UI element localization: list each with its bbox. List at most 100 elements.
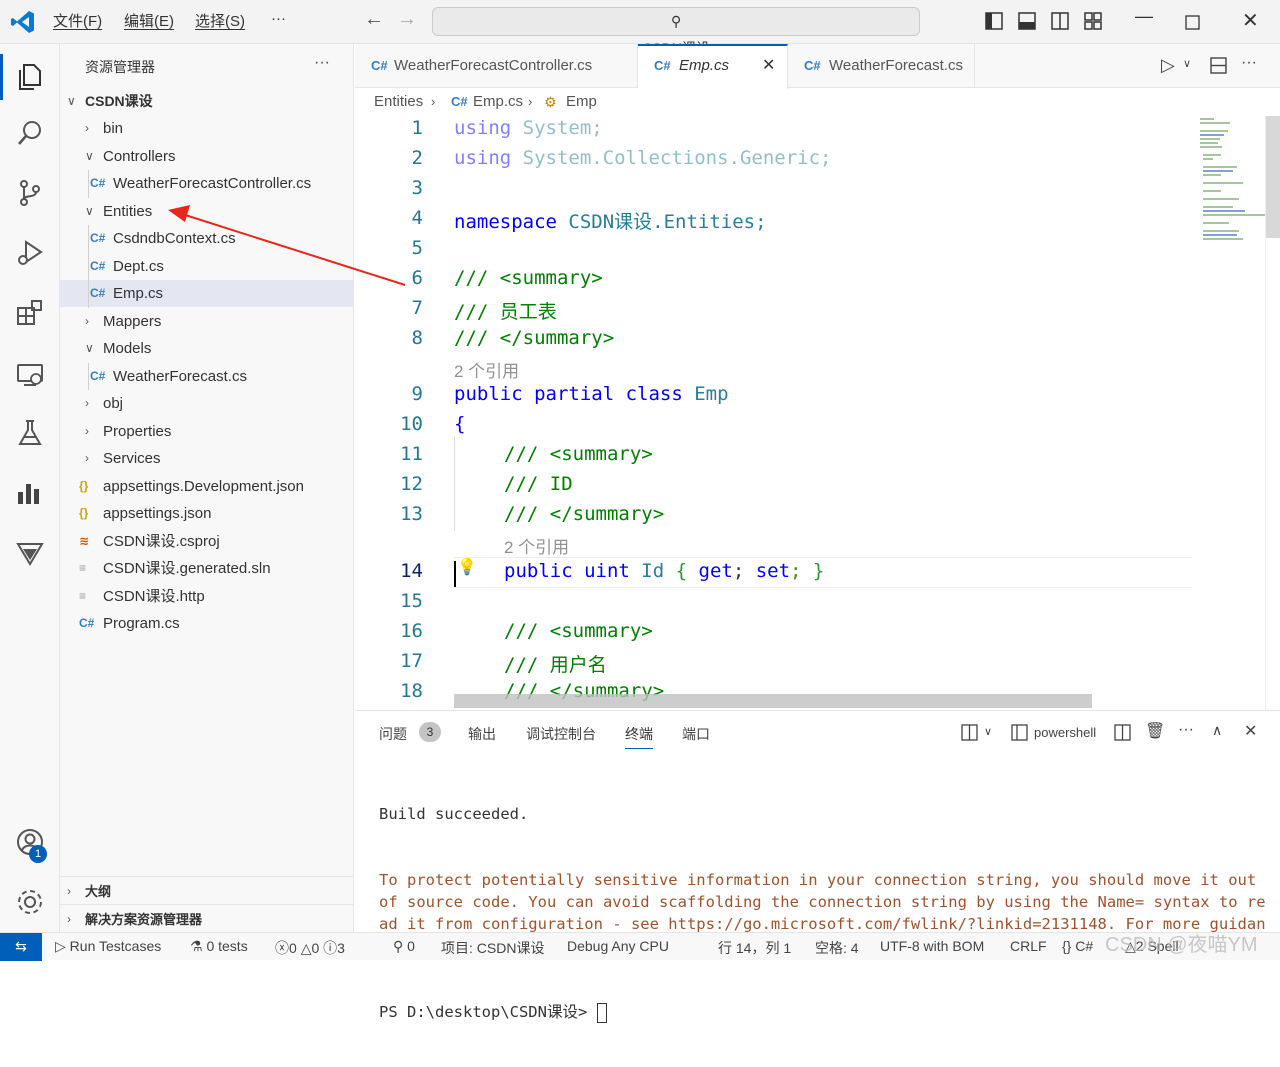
toggle-panel-icon[interactable] <box>1018 12 1036 35</box>
panel-tab-debug-console[interactable]: 调试控制台 <box>526 724 596 744</box>
tree-file[interactable]: C# WeatherForecast.cs <box>60 363 354 390</box>
json-file-icon: {} <box>79 506 89 520</box>
tree-folder[interactable]: › Properties <box>60 418 354 445</box>
tree-file[interactable]: C# WeatherForecastController.cs <box>60 170 354 197</box>
tree-file[interactable]: C# Program.cs <box>60 610 354 637</box>
tree-item-label: CSDN课设.generated.sln <box>103 560 271 577</box>
folder-root[interactable]: ∨ CSDN课设 <box>60 88 354 115</box>
command-search-box[interactable]: ⚲ CSDN课设 <box>432 7 920 56</box>
run-debug-icon[interactable] <box>0 227 60 279</box>
tests-status[interactable]: ⚗ 0 tests <box>190 938 248 955</box>
customize-layout-icon[interactable] <box>1084 12 1102 35</box>
tab-emp[interactable]: C# Emp.cs ✕ <box>638 44 788 89</box>
tree-file[interactable]: {} appsettings.Development.json <box>60 473 354 500</box>
maximize-icon[interactable] <box>1185 14 1200 35</box>
menu-selection[interactable]: 选择(S) <box>195 10 245 31</box>
trash-icon[interactable]: 🗑 <box>1145 721 1165 741</box>
ports-status[interactable]: ⚲ 0 <box>393 938 415 955</box>
language-status[interactable]: {} C# <box>1062 938 1093 954</box>
minimap[interactable] <box>1195 116 1265 266</box>
vertical-scrollbar[interactable] <box>1265 116 1280 710</box>
more-actions-icon[interactable]: ··· <box>1178 721 1194 739</box>
source-control-icon[interactable] <box>0 167 60 219</box>
tab-weatherforecast[interactable]: C# WeatherForecast.cs <box>788 44 975 88</box>
close-tab-icon[interactable]: ✕ <box>762 44 775 88</box>
tree-file[interactable]: ≋ CSDN课设.csproj <box>60 528 354 555</box>
tree-folder[interactable]: › Mappers <box>60 308 354 335</box>
chevron-right-icon: › <box>431 94 436 109</box>
menu-edit[interactable]: 编辑(E) <box>124 10 174 31</box>
split-editor-icon[interactable] <box>1210 57 1227 79</box>
back-arrow-icon[interactable]: ← <box>364 8 384 31</box>
problems-status[interactable]: ⓧ0 △0 ⓘ3 <box>275 938 345 958</box>
close-panel-icon[interactable]: ✕ <box>1244 721 1257 741</box>
horizontal-scrollbar[interactable] <box>454 694 1092 708</box>
solution-explorer-section[interactable]: › 解决方案资源管理器 <box>60 906 354 933</box>
chevron-down-icon: ∨ <box>67 94 76 108</box>
chart-icon[interactable] <box>0 467 60 519</box>
chevron-down-icon[interactable]: ∨ <box>984 725 992 738</box>
tree-file[interactable]: ≡ CSDN课设.http <box>60 583 354 610</box>
settings-gear-icon[interactable] <box>0 876 60 928</box>
layout-icon[interactable] <box>961 724 978 746</box>
debug-config-status[interactable]: Debug Any CPU <box>567 938 669 954</box>
maximize-panel-icon[interactable]: ∧ <box>1212 722 1222 739</box>
filter-triangle-icon[interactable] <box>0 527 60 579</box>
breadcrumb-class[interactable]: Emp <box>566 88 597 116</box>
cursor-position[interactable]: 行 14，列 1 <box>718 938 791 958</box>
testing-icon[interactable] <box>0 407 60 459</box>
panel-tab-ports[interactable]: 端口 <box>682 724 710 744</box>
run-icon[interactable]: ▷ <box>1161 55 1175 76</box>
terminal-shell-name[interactable]: powershell <box>1034 725 1096 740</box>
toggle-secondary-sidebar-icon[interactable] <box>1051 12 1069 35</box>
root-folder-label: CSDN课设 <box>85 93 153 109</box>
tab-weatherforecastcontroller[interactable]: C# WeatherForecastController.cs <box>355 44 638 88</box>
chevron-down-icon[interactable]: ∨ <box>1183 57 1191 70</box>
terminal-output[interactable]: Build succeeded. To protect potentially … <box>379 759 1269 1067</box>
code-line: /// <summary> <box>454 267 603 289</box>
menu-more[interactable]: ··· <box>271 10 286 27</box>
close-window-icon[interactable]: ✕ <box>1242 8 1259 33</box>
tree-folder[interactable]: ∨ Models <box>60 335 354 362</box>
scrollbar-thumb[interactable] <box>1266 116 1280 238</box>
more-actions-icon[interactable]: ··· <box>1241 54 1257 72</box>
code-lens-references[interactable]: 2 个引用 <box>454 357 519 382</box>
project-status[interactable]: 项目: CSDN课设 <box>441 938 544 958</box>
line-number: 17 <box>400 650 423 672</box>
account-icon[interactable]: 1 <box>0 816 60 868</box>
split-terminal-icon[interactable] <box>1114 724 1131 746</box>
braces-icon: {} <box>1062 938 1072 954</box>
code-lens-references[interactable]: 2 个引用 <box>504 533 569 558</box>
lightbulb-icon[interactable]: 💡 <box>457 557 477 576</box>
problems-count-badge: 3 <box>419 722 441 742</box>
line-number: 15 <box>400 590 423 612</box>
breadcrumb-file[interactable]: Emp.cs <box>473 88 523 116</box>
indentation-status[interactable]: 空格: 4 <box>815 938 859 958</box>
minimize-icon[interactable]: — <box>1135 6 1153 27</box>
outline-section[interactable]: › 大纲 <box>60 878 354 905</box>
explorer-more-button[interactable]: ··· <box>314 54 330 72</box>
code-editor[interactable]: 1 2 3 4 5 6 7 8 9 10 11 12 13 14 15 16 1… <box>355 116 1265 710</box>
tree-folder[interactable]: ∨ Controllers <box>60 143 354 170</box>
panel-tab-problems[interactable]: 问题 <box>379 724 407 744</box>
menu-file[interactable]: 文件(F) <box>53 10 102 31</box>
remote-indicator-icon[interactable]: ⇆ <box>0 933 42 961</box>
divider <box>60 904 354 905</box>
breadcrumb-entities[interactable]: Entities <box>374 88 423 116</box>
run-testcases-button[interactable]: ▷ Run Testcases <box>55 938 161 955</box>
tree-folder[interactable]: › bin <box>60 115 354 142</box>
search-view-icon[interactable] <box>0 107 60 159</box>
panel-tab-output[interactable]: 输出 <box>468 724 496 744</box>
remote-explorer-icon[interactable] <box>0 349 60 401</box>
tree-file[interactable]: {} appsettings.json <box>60 500 354 527</box>
forward-arrow-icon[interactable]: → <box>397 8 417 31</box>
panel-tab-terminal[interactable]: 终端 <box>625 724 653 749</box>
tree-folder[interactable]: › obj <box>60 390 354 417</box>
extensions-icon[interactable] <box>0 287 60 339</box>
tree-file[interactable]: ≡ CSDN课设.generated.sln <box>60 555 354 582</box>
eol-status[interactable]: CRLF <box>1010 938 1047 954</box>
tree-folder[interactable]: › Services <box>60 445 354 472</box>
explorer-icon[interactable] <box>0 51 60 103</box>
encoding-status[interactable]: UTF-8 with BOM <box>880 938 984 954</box>
toggle-primary-sidebar-icon[interactable] <box>985 12 1003 35</box>
